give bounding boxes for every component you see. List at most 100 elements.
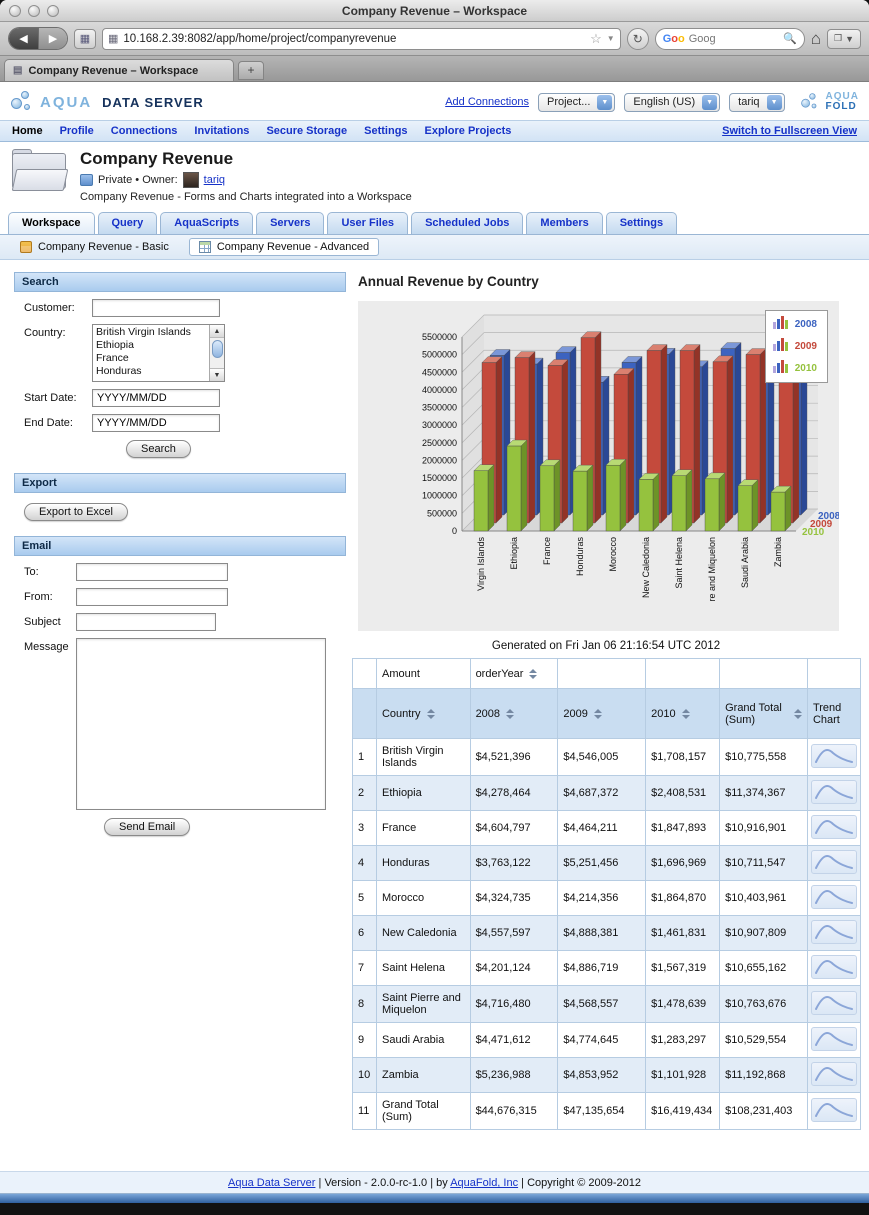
- column-header-country[interactable]: Country: [375, 688, 471, 739]
- scroll-up-icon[interactable]: ▲: [210, 325, 224, 338]
- owner-link[interactable]: tariq: [204, 174, 225, 186]
- tab-workspace[interactable]: Workspace: [8, 212, 95, 234]
- end-date-input[interactable]: [92, 414, 220, 432]
- column-header-orderyear[interactable]: orderYear: [469, 658, 559, 689]
- sort-icon[interactable]: [529, 668, 538, 679]
- chart-legend: 2008 2009 2010: [764, 310, 828, 383]
- tab-favicon-icon: ▤: [13, 65, 23, 76]
- trend-chart-button[interactable]: [810, 850, 857, 874]
- email-to-input[interactable]: [76, 563, 228, 581]
- country-option-ethiopia[interactable]: Ethiopia: [96, 339, 206, 352]
- country-option-british-virgin-islands[interactable]: British Virgin Islands: [96, 326, 206, 339]
- sort-icon[interactable]: [426, 708, 435, 719]
- nav-item-home[interactable]: Home: [12, 125, 43, 137]
- svg-text:4500000: 4500000: [422, 367, 457, 377]
- svg-text:5000000: 5000000: [422, 350, 457, 360]
- table-row: 4 Honduras $3,763,122 $5,251,456 $1,696,969 $…: [352, 845, 862, 881]
- nav-item-secure-storage[interactable]: Secure Storage: [266, 125, 347, 137]
- back-button[interactable]: ◀: [9, 28, 38, 49]
- nav-item-connections[interactable]: Connections: [111, 125, 178, 137]
- new-tab-button[interactable]: +: [238, 61, 264, 80]
- country-listbox[interactable]: British Virgin Islands Ethiopia France Hond…: [92, 324, 225, 382]
- sort-icon[interactable]: [681, 708, 690, 719]
- tab-settings[interactable]: Settings: [605, 212, 678, 234]
- trend-chart-button[interactable]: [810, 1027, 857, 1051]
- revenue-table: Amount orderYear Country 2008 2009 2010 Grand …: [352, 658, 862, 1130]
- tab-servers[interactable]: Servers: [256, 212, 325, 234]
- google-logo-icon: Goo: [662, 32, 685, 45]
- column-header-grand-total-sum[interactable]: Grand Total (Sum): [719, 688, 808, 739]
- add-connections-link[interactable]: Add Connections: [445, 96, 529, 108]
- trend-chart-button[interactable]: [810, 920, 857, 944]
- forward-button[interactable]: ▶: [38, 28, 67, 49]
- start-date-input[interactable]: [92, 389, 220, 407]
- app-page: AQUA DATA SERVER Add Connections Project…: [0, 82, 869, 1203]
- country-option-honduras[interactable]: Honduras: [96, 365, 206, 378]
- send-email-button[interactable]: Send Email: [104, 818, 191, 836]
- cell-amount: $10,403,961: [719, 880, 808, 916]
- web-search-input[interactable]: [688, 32, 780, 45]
- tab-query[interactable]: Query: [97, 212, 158, 234]
- nav-item-explore-projects[interactable]: Explore Projects: [425, 125, 512, 137]
- tab-aquascripts[interactable]: AquaScripts: [160, 212, 254, 234]
- refresh-icon[interactable]: ↻: [626, 27, 649, 50]
- column-header-2009[interactable]: 2009: [557, 688, 647, 739]
- trend-chart-button[interactable]: [810, 1098, 857, 1122]
- export-to-excel-button[interactable]: Export to Excel: [24, 503, 128, 521]
- legend-label: 2010: [794, 363, 817, 374]
- cell-amount: $4,464,211: [557, 810, 647, 846]
- sort-icon[interactable]: [506, 708, 515, 719]
- column-header-amount[interactable]: Amount: [375, 658, 471, 689]
- email-message-textarea[interactable]: [76, 638, 326, 810]
- listbox-scrollbar[interactable]: ▲ ▼: [209, 325, 224, 381]
- footer-link-aqua-data-server[interactable]: Aqua Data Server: [228, 1177, 315, 1189]
- subtab-company-revenue-basic[interactable]: Company Revenue - Basic: [10, 238, 179, 256]
- tab-user-files[interactable]: User Files: [327, 212, 409, 234]
- zoom-button[interactable]: [47, 4, 59, 17]
- nav-item-settings[interactable]: Settings: [364, 125, 407, 137]
- sort-icon[interactable]: [593, 708, 602, 719]
- subtab-company-revenue-advanced[interactable]: Company Revenue - Advanced: [188, 238, 380, 256]
- trend-chart-button[interactable]: [810, 780, 857, 804]
- column-header-2008[interactable]: 2008: [469, 688, 559, 739]
- search-button[interactable]: Search: [126, 440, 191, 458]
- project-dropdown[interactable]: Project... ▼: [537, 92, 616, 112]
- email-from-input[interactable]: [76, 588, 228, 606]
- home-icon[interactable]: ⌂: [811, 30, 821, 47]
- url-dropdown-icon[interactable]: ▼: [607, 34, 615, 43]
- minimize-button[interactable]: [28, 4, 40, 17]
- sort-icon[interactable]: [793, 708, 802, 719]
- brand-rest-text: DATA SERVER: [102, 94, 204, 110]
- trend-chart-button[interactable]: [810, 991, 857, 1015]
- trend-chart-button[interactable]: [810, 885, 857, 909]
- country-option-france[interactable]: France: [96, 352, 206, 365]
- user-dropdown[interactable]: tariq ▼: [729, 92, 785, 112]
- tab-members[interactable]: Members: [526, 212, 603, 234]
- nav-item-profile[interactable]: Profile: [60, 125, 94, 137]
- trend-chart-button[interactable]: [810, 815, 857, 839]
- url-input[interactable]: [123, 32, 586, 45]
- trend-chart-button[interactable]: [810, 955, 857, 979]
- customer-input[interactable]: [92, 299, 220, 317]
- email-subject-input[interactable]: [76, 613, 216, 631]
- close-button[interactable]: [9, 4, 21, 17]
- trend-chart-button[interactable]: [810, 1062, 857, 1086]
- svg-text:Virgin Islands: Virgin Islands: [476, 537, 486, 591]
- scroll-down-icon[interactable]: ▼: [210, 368, 224, 381]
- language-dropdown[interactable]: English (US) ▼: [624, 92, 721, 112]
- cell-trend: [806, 880, 862, 916]
- fullscreen-link[interactable]: Switch to Fullscreen View: [722, 125, 857, 137]
- column-header-trend-chart[interactable]: Trend Chart: [806, 688, 862, 739]
- footer-link-aquafold-inc[interactable]: AquaFold, Inc: [450, 1177, 518, 1189]
- tab-scheduled-jobs[interactable]: Scheduled Jobs: [411, 212, 524, 234]
- column-header-2010[interactable]: 2010: [645, 688, 721, 739]
- search-icon[interactable]: 🔍: [783, 32, 797, 45]
- bookmark-star-icon[interactable]: ☆: [590, 31, 602, 47]
- page-tools-button[interactable]: ❒ ▼: [827, 28, 861, 49]
- scrollbar-thumb[interactable]: [211, 340, 223, 358]
- bookmark-tile-icon[interactable]: ▦: [74, 28, 96, 49]
- trend-chart-button[interactable]: [810, 744, 857, 768]
- nav-item-invitations[interactable]: Invitations: [194, 125, 249, 137]
- cell-trend: [806, 775, 862, 811]
- browser-tab[interactable]: ▤ Company Revenue – Workspace: [4, 59, 234, 81]
